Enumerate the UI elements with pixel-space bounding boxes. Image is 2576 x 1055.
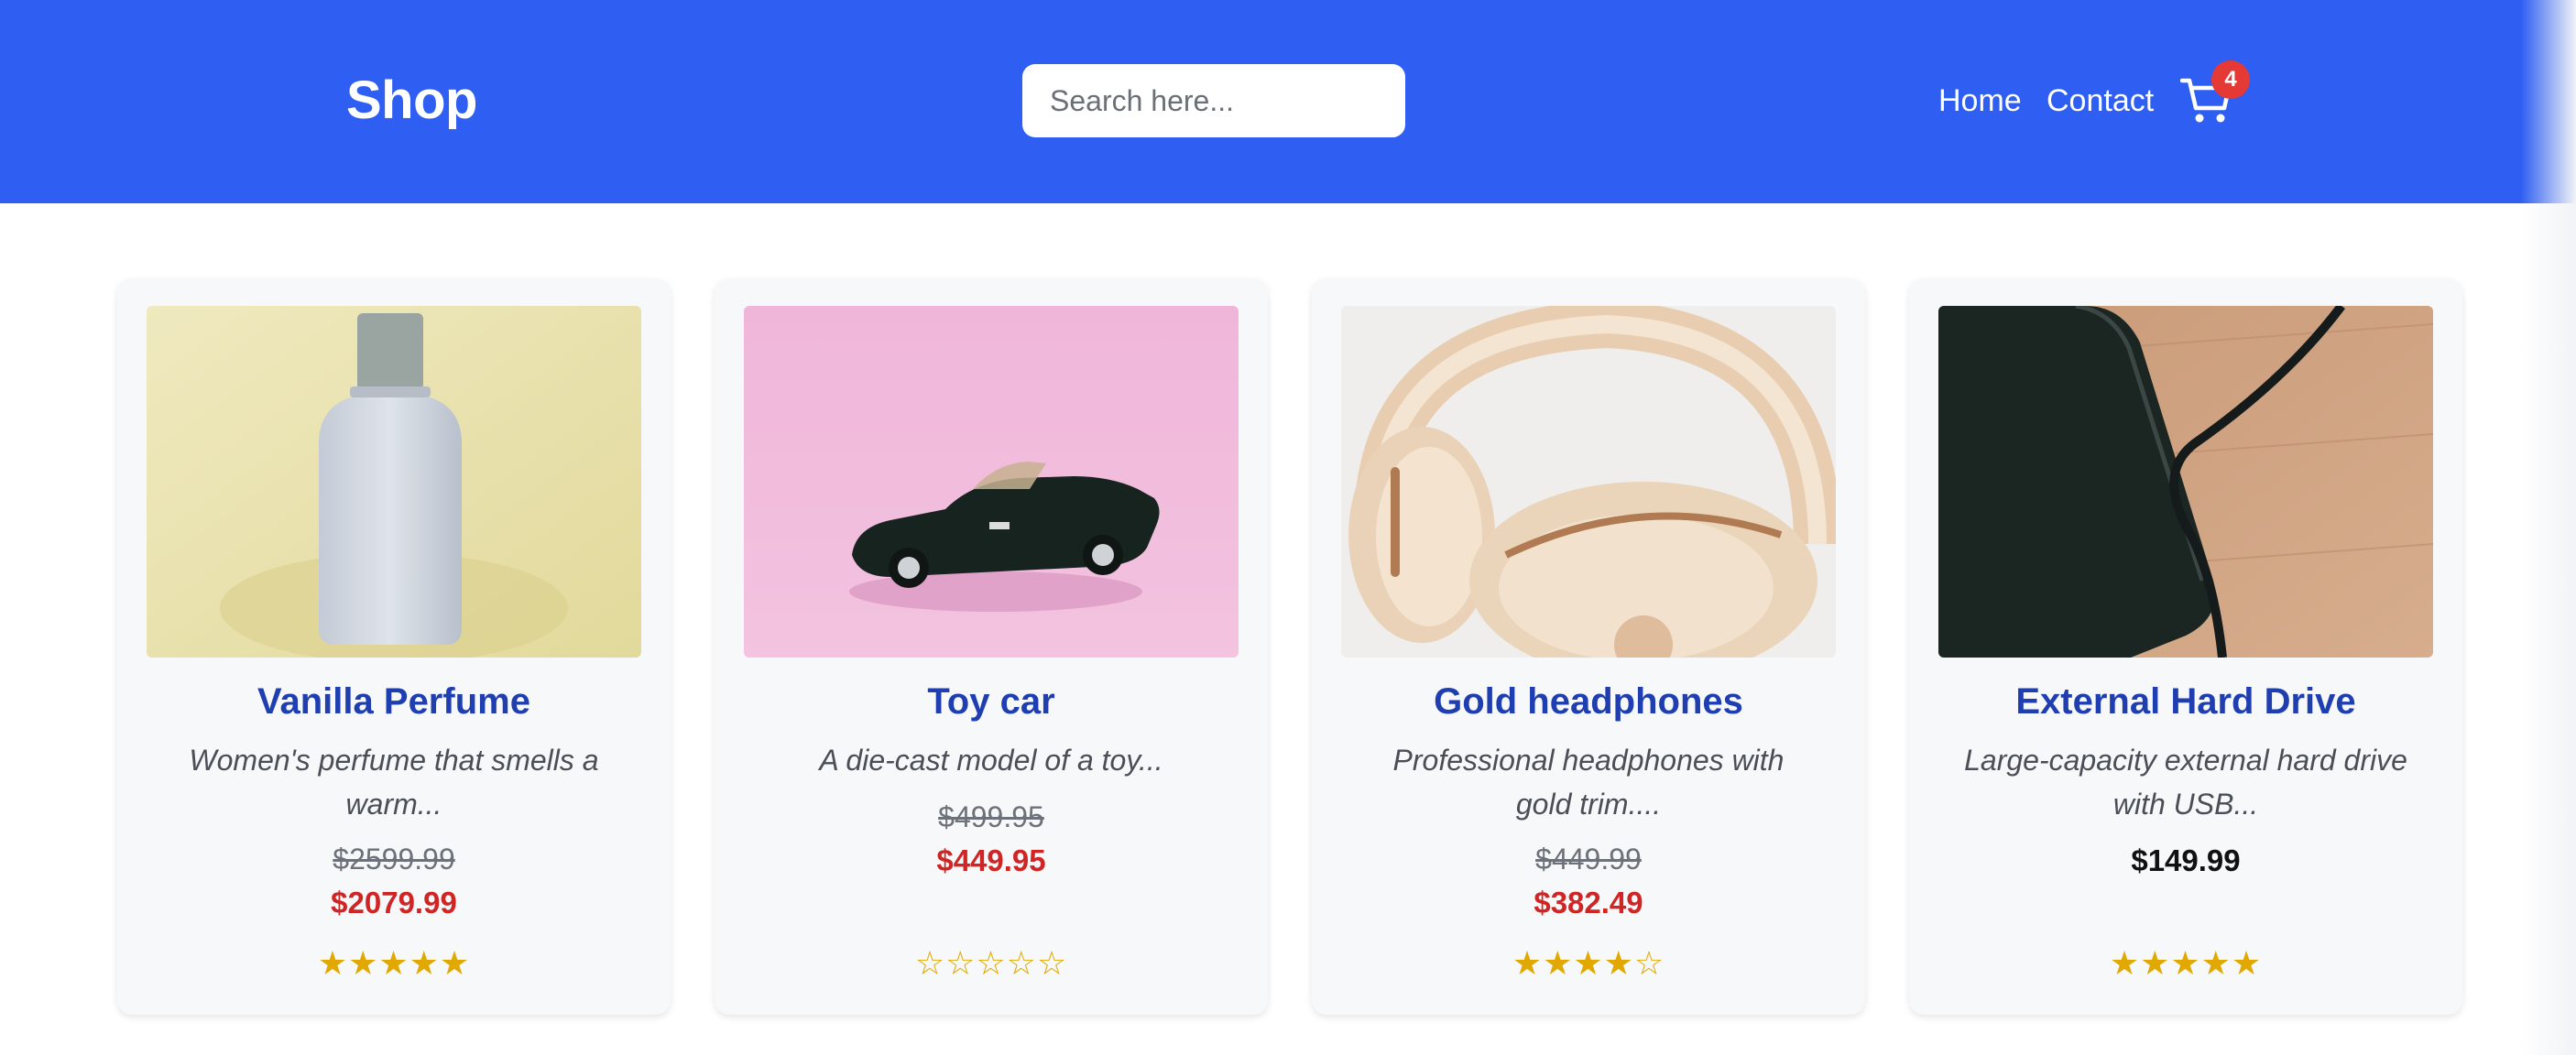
shop-logo[interactable]: Shop bbox=[346, 68, 477, 134]
product-description: Professional headphones with gold trim..… bbox=[1392, 744, 1785, 821]
nav-contact-link[interactable]: Contact bbox=[2047, 81, 2154, 121]
product-image-perfume[interactable] bbox=[147, 306, 641, 658]
product-card[interactable]: Vanilla Perfume Women's perfume that sme… bbox=[117, 278, 671, 1015]
sale-price: $2079.99 bbox=[331, 886, 457, 919]
product-card[interactable]: Gold headphones Professional headphones … bbox=[1312, 278, 1865, 1015]
product-description: A die-cast model of a toy... bbox=[819, 744, 1163, 777]
product-description: Large-capacity external hard drive with … bbox=[1964, 744, 2407, 821]
nav-home-link[interactable]: Home bbox=[1938, 81, 2022, 121]
star-rating: ☆☆☆☆☆ bbox=[914, 944, 1068, 982]
product-card[interactable]: Toy car A die-cast model of a toy... $49… bbox=[715, 278, 1268, 1015]
product-title[interactable]: Gold headphones bbox=[1312, 674, 1865, 729]
star-rating: ★★★★☆ bbox=[1512, 944, 1665, 982]
product-title[interactable]: External Hard Drive bbox=[1909, 674, 2462, 729]
product-image-headphones[interactable] bbox=[1341, 306, 1836, 658]
search-input[interactable] bbox=[1022, 64, 1405, 137]
star-rating: ★★★★★ bbox=[317, 944, 471, 982]
product-card[interactable]: External Hard Drive Large-capacity exter… bbox=[1909, 278, 2462, 1015]
product-title[interactable]: Toy car bbox=[715, 674, 1268, 729]
sale-price: $382.49 bbox=[1534, 886, 1643, 919]
scroll-edge bbox=[2521, 0, 2576, 1055]
product-image-toy-car[interactable] bbox=[744, 306, 1239, 658]
original-price: $499.95 bbox=[938, 800, 1044, 833]
product-image-hard-drive[interactable] bbox=[1938, 306, 2433, 658]
product-title[interactable]: Vanilla Perfume bbox=[117, 674, 671, 729]
original-price: $449.99 bbox=[1535, 843, 1642, 876]
original-price: $2599.99 bbox=[333, 843, 455, 876]
star-rating: ★★★★★ bbox=[2109, 944, 2263, 982]
product-description: Women's perfume that smells a warm... bbox=[189, 744, 599, 821]
top-header: Shop Home Contact 4 bbox=[0, 0, 2576, 203]
product-price: $149.99 bbox=[2131, 843, 2241, 877]
cart-count-badge: 4 bbox=[2211, 60, 2250, 99]
sale-price: $449.95 bbox=[936, 843, 1046, 877]
